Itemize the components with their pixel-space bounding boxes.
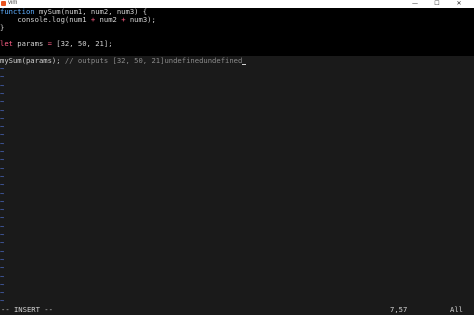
call-end: num3); <box>125 15 156 24</box>
close-button[interactable]: ✕ <box>448 0 470 8</box>
scroll-indicator: All <box>450 305 463 314</box>
minimize-button[interactable]: — <box>404 0 426 8</box>
status-bar: -- INSERT -- 7,57 All <box>0 305 474 315</box>
tilde-marker: ~ <box>0 263 5 273</box>
maximize-button[interactable]: ☐ <box>426 0 448 8</box>
keyword: let <box>0 39 13 48</box>
console-call: console.log(num1 <box>17 15 87 24</box>
tilde-marker: ~ <box>0 97 5 107</box>
code-line-3[interactable]: } <box>0 24 4 32</box>
text-cursor <box>242 64 247 65</box>
comment: // outputs [32, 50, 21]undefinedundefine… <box>60 56 243 65</box>
function-call: mySum(params); <box>0 56 61 65</box>
mode-indicator: -- INSERT -- <box>1 305 53 314</box>
terminal-window: vim — ☐ ✕ function mySum(num1, num2, num… <box>0 0 474 315</box>
editor-bottom-region[interactable]: mySum(params); // outputs [32, 50, 21]un… <box>0 56 474 305</box>
tilde-marker: ~ <box>0 180 5 190</box>
code-line-2[interactable]: console.log(num1 + num2 + num3); <box>0 16 156 24</box>
closing-brace: } <box>0 23 5 32</box>
variable-name: params <box>12 39 48 48</box>
code-line-7[interactable]: mySum(params); // outputs [32, 50, 21]un… <box>0 56 247 65</box>
operand: num2 <box>95 15 122 24</box>
terminal-icon <box>1 1 6 6</box>
array-literal: [32, 50, 21]; <box>51 39 113 48</box>
cursor-position: 7,57 <box>390 305 408 314</box>
code-line-5[interactable]: let params = [32, 50, 21]; <box>0 40 113 48</box>
editor-top-region[interactable]: function mySum(num1, num2, num3) { conso… <box>0 8 474 56</box>
